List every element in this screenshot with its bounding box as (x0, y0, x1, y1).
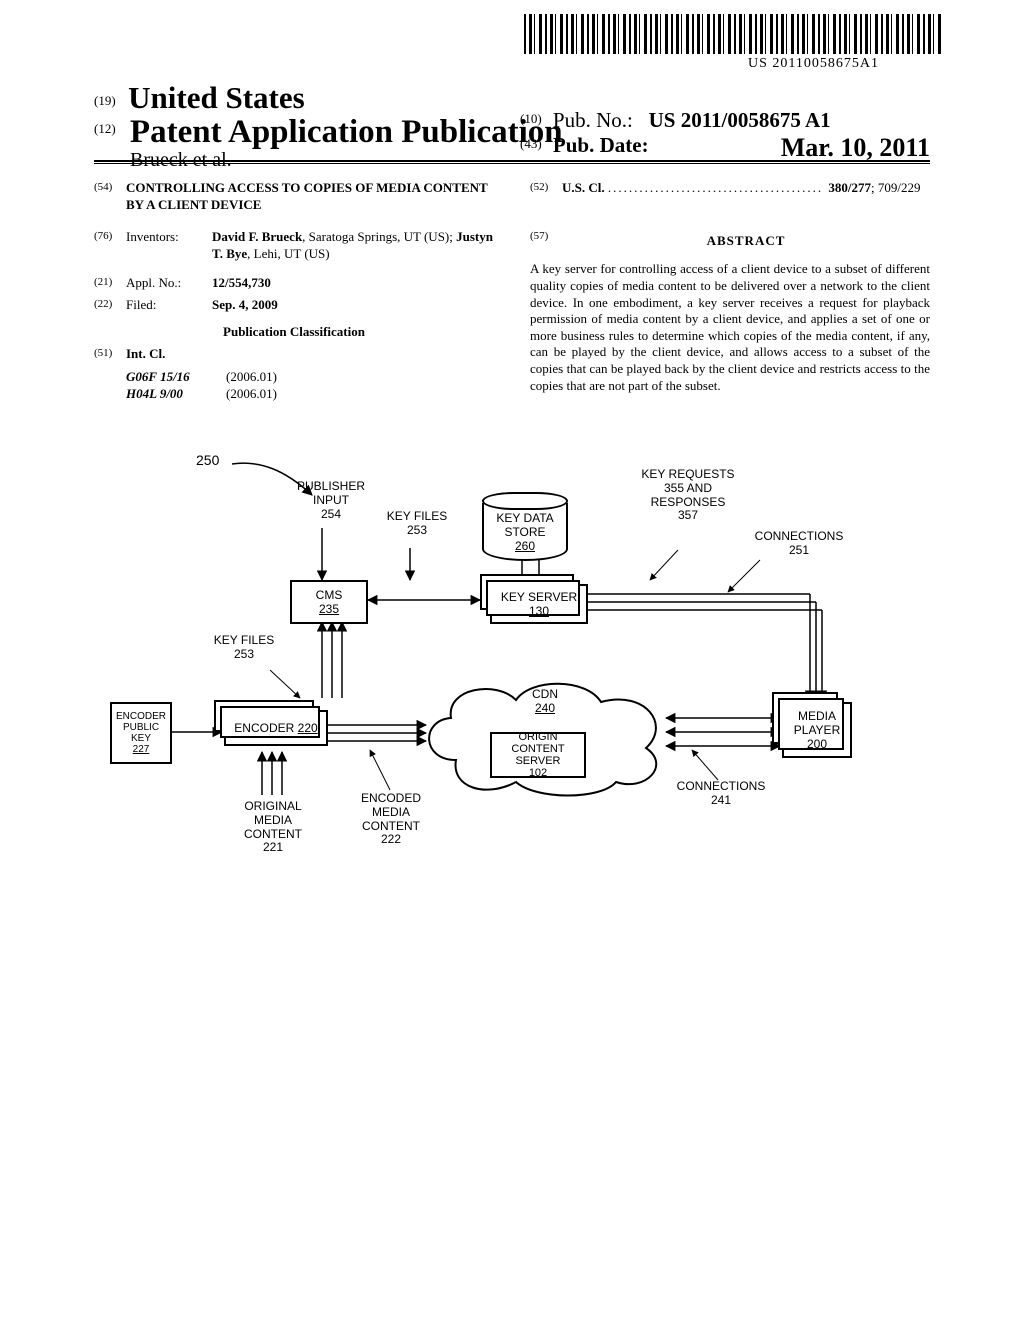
cylinder-key-data-store: KEY DATA STORE 260 (482, 485, 568, 561)
ref-250: 250 (196, 452, 219, 468)
box-media-player: MEDIA PLAYER200 (782, 702, 852, 758)
pub-no-line: (10) Pub. No.: US 2011/0058675 A1 (520, 108, 930, 133)
uscl-entry: (52) U.S. Cl. ..........................… (530, 180, 930, 197)
abstract-text: A key server for controlling access of a… (530, 261, 930, 394)
label-publisher-input: PUBLISHER INPUT254 (286, 480, 376, 521)
title-entry: (54) CONTROLLING ACCESS TO COPIES OF MED… (94, 180, 494, 213)
box-encoder-pk: ENCODER PUBLIC KEY227 (110, 702, 172, 764)
box-origin: ORIGIN CONTENT SERVER102 (490, 732, 586, 778)
header-rule (94, 160, 930, 164)
label-connections-241: CONNECTIONS241 (666, 780, 776, 808)
barcode-text: US 20110058675A1 (748, 56, 879, 72)
label-key-files-2: KEY FILES253 (204, 634, 284, 662)
barcode (524, 14, 944, 54)
inventors-entry: (76) Inventors: David F. Brueck, Saratog… (94, 229, 494, 262)
box-key-server: KEY SERVER130 (490, 584, 588, 624)
pub-date-line: (43) Pub. Date: Mar. 10, 2011 (520, 133, 930, 158)
filed-entry: (22) Filed: Sep. 4, 2009 (94, 297, 494, 314)
label-encoded-media: ENCODED MEDIA CONTENT222 (346, 792, 436, 847)
box-cms: CMS235 (290, 580, 368, 624)
pubclass-heading: Publication Classification (94, 324, 494, 341)
intcl-entry: (51) Int. Cl. (94, 346, 494, 363)
figure-diagram: 250 PUBLISHER INPUT254 KEY FILES253 KEY … (110, 450, 914, 890)
abstract-head: (57) ABSTRACT (530, 229, 930, 256)
label-key-requests: KEY REQUESTS 355 AND RESPONSES 357 (640, 468, 736, 523)
applno-entry: (21) Appl. No.: 12/554,730 (94, 275, 494, 292)
box-encoder: ENCODER 220 (224, 710, 328, 746)
label-original-media: ORIGINAL MEDIA CONTENT221 (228, 800, 318, 855)
intcl-list: G06F 15/16(2006.01) H04L 9/00(2006.01) (126, 369, 494, 402)
label-connections-251: CONNECTIONS251 (744, 530, 854, 558)
label-key-files-1: KEY FILES253 (382, 510, 452, 538)
